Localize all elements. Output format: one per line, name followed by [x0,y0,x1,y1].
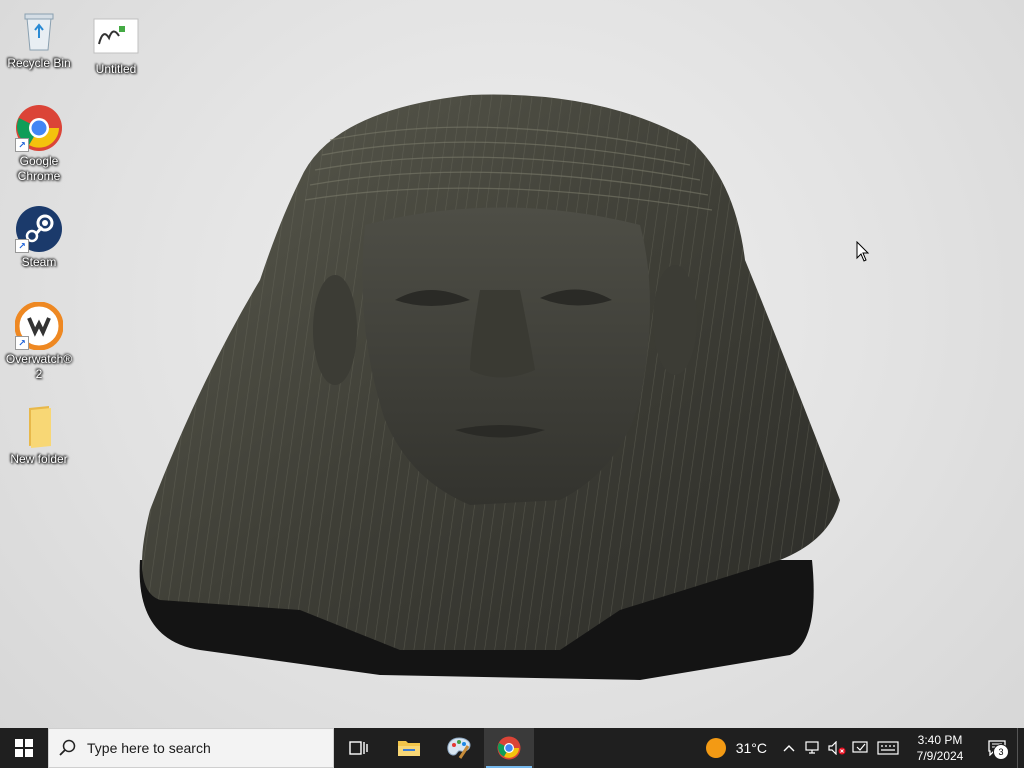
recycle-bin-icon [15,6,63,54]
taskbar: Type here to search 31°C 3:40 PM 7/9/202… [0,728,1024,768]
paint-button[interactable] [434,728,484,768]
taskbar-clock[interactable]: 3:40 PM 7/9/2024 [903,732,977,764]
clock-time: 3:40 PM [917,733,963,747]
mouse-cursor-icon [856,241,870,262]
desktop-icon-label: Recycle Bin [7,56,71,70]
shortcut-arrow-icon: ↗ [15,336,29,350]
sun-icon [705,738,726,758]
shortcut-arrow-icon: ↗ [15,239,29,253]
chrome-taskbar-button[interactable] [484,728,534,768]
paint-palette-icon [447,737,471,759]
chrome-icon [497,736,521,760]
weather-temperature: 31°C [735,740,767,756]
folder-icon [15,402,63,450]
weather-widget[interactable]: 31°C [696,738,777,758]
desktop-icon-overwatch-2[interactable]: ↗ Overwatch® 2 [2,302,76,382]
volume-muted-icon[interactable] [825,728,849,768]
keyboard-icon[interactable] [873,728,903,768]
chrome-icon: ↗ [15,104,63,152]
desktop-wallpaper [139,94,840,680]
search-placeholder: Type here to search [87,740,211,756]
desktop-icon-label: Steam [21,255,57,269]
security-icon[interactable] [849,728,873,768]
task-view-button[interactable] [334,728,384,768]
taskbar-search-box[interactable]: Type here to search [48,728,334,768]
file-explorer-button[interactable] [384,728,434,768]
desktop-icon-label: Google Chrome [17,154,61,183]
notification-count-badge: 3 [993,744,1009,760]
desktop-icon-untitled[interactable]: Untitled [79,12,153,77]
steam-icon: ↗ [15,205,63,253]
desktop-icon-google-chrome[interactable]: ↗ Google Chrome [2,104,76,184]
desktop-icon-label: Overwatch® 2 [5,352,73,381]
search-icon [49,739,87,757]
shortcut-arrow-icon: ↗ [15,138,29,152]
network-icon[interactable] [801,728,825,768]
paint-image-thumbnail-icon [92,12,140,60]
chevron-up-icon[interactable] [777,728,801,768]
desktop-icon-new-folder[interactable]: New folder [2,402,76,467]
start-button[interactable] [0,728,48,768]
desktop-icon-label: New folder [10,452,68,466]
desktop-icon-recycle-bin[interactable]: Recycle Bin [2,6,76,71]
notification-center-button[interactable]: 3 [977,728,1017,768]
desktop-icon-steam[interactable]: ↗ Steam [2,205,76,270]
show-desktop-button[interactable] [1017,728,1024,768]
clock-date: 7/9/2024 [916,749,964,763]
desktop-icon-label: Untitled [95,62,137,76]
system-tray: 31°C 3:40 PM 7/9/2024 3 [696,728,1024,768]
overwatch-icon: ↗ [15,302,63,350]
windows-logo-icon [15,739,33,757]
task-view-icon [349,741,368,755]
folder-icon [398,741,420,756]
